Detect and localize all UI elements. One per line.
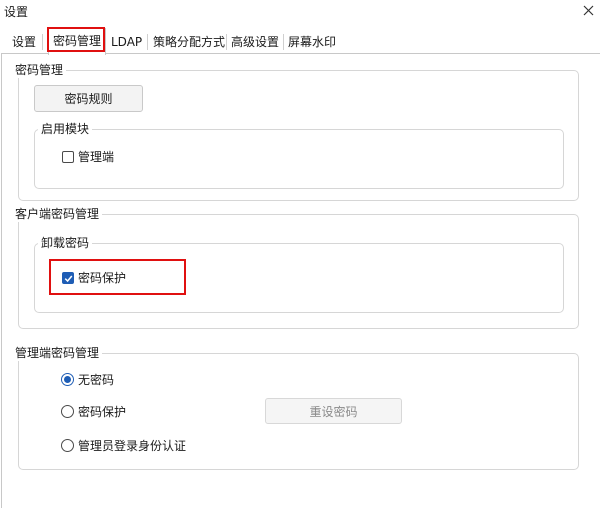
password-rules-button[interactable]: 密码规则 (34, 85, 143, 112)
radio-admin-login-auth[interactable] (61, 439, 74, 452)
radio-admin-login-auth-label[interactable]: 管理员登录身份认证 (78, 438, 186, 454)
tab-ldap[interactable]: LDAP (111, 31, 142, 53)
tab-password-management[interactable]: 密码管理 (48, 28, 107, 55)
tab-advanced-settings[interactable]: 高级设置 (231, 31, 279, 53)
tab-divider (226, 34, 227, 50)
radio-no-password-label[interactable]: 无密码 (78, 372, 114, 388)
tab-divider (147, 34, 148, 50)
uninstall-password-group-label: 卸载密码 (38, 235, 93, 251)
reset-password-button[interactable]: 重设密码 (265, 398, 402, 424)
admin-checkbox[interactable] (62, 151, 74, 163)
window-title: 设置 (4, 5, 29, 19)
enable-module-group-label: 启用模块 (38, 121, 93, 137)
password-protect-checkbox[interactable] (62, 272, 74, 284)
radio-no-password[interactable] (61, 373, 74, 386)
tab-screen-watermark[interactable]: 屏幕水印 (288, 31, 336, 53)
password-protect-label[interactable]: 密码保护 (78, 270, 126, 286)
admin-password-group-label: 管理端密码管理 (12, 345, 103, 361)
close-button[interactable] (578, 0, 598, 20)
password-management-group-label: 密码管理 (12, 62, 67, 78)
tab-policy-assignment[interactable]: 策略分配方式 (153, 31, 225, 53)
close-icon (583, 5, 593, 15)
admin-checkbox-label[interactable]: 管理端 (78, 149, 114, 165)
check-icon (64, 275, 72, 282)
tab-divider (42, 34, 43, 50)
tab-settings[interactable]: 设置 (12, 31, 36, 53)
radio-password-protect[interactable] (61, 405, 74, 418)
client-password-group-label: 客户端密码管理 (12, 206, 103, 222)
radio-password-protect-label[interactable]: 密码保护 (78, 404, 126, 420)
tab-divider (283, 34, 284, 50)
